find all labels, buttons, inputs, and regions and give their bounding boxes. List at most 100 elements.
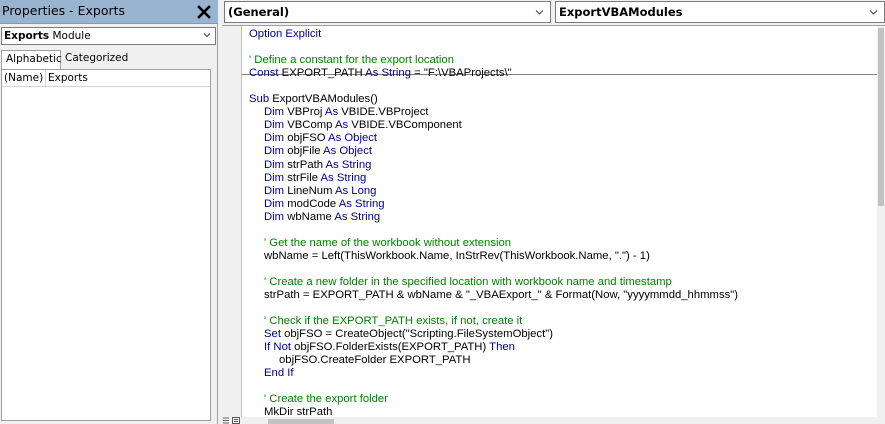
code-keyword: Option Explicit <box>249 28 322 40</box>
properties-grid: (Name) Exports <box>1 69 211 421</box>
code-keyword: As String <box>334 210 381 223</box>
code-keyword: Set <box>264 328 281 341</box>
horizontal-scroll-thumb[interactable] <box>268 419 334 424</box>
code-token: strPath = EXPORT_PATH & wbName & "_VBAEx… <box>264 289 739 301</box>
code-token: ExportVBAModules() <box>269 93 378 106</box>
code-keyword: Dim <box>264 132 285 145</box>
code-token: objFSO <box>284 132 329 145</box>
code-token: wbName <box>284 210 335 223</box>
code-token: LineNum <box>284 184 335 197</box>
code-comment: ' Define a constant for the export locat… <box>249 54 454 67</box>
code-text[interactable]: Option Explicit ' Define a constant for t… <box>249 26 877 418</box>
code-keyword: Dim <box>264 119 285 132</box>
code-token: VBIDE.VBProject <box>338 106 429 119</box>
code-token: objFSO.FolderExists(EXPORT_PATH) <box>291 341 490 354</box>
code-comment: ' Create a new folder in the specified l… <box>264 275 672 288</box>
code-line[interactable]: strPath = EXPORT_PATH & wbName & "_VBAEx… <box>264 289 738 302</box>
object-select[interactable]: Exports Module <box>1 27 216 45</box>
code-token: wbName = Left(ThisWorkbook.Name, InStrRe… <box>264 249 650 262</box>
code-keyword: Dim <box>264 171 285 184</box>
code-line[interactable]: objFSO.CreateFolder EXPORT_PATH <box>279 354 470 367</box>
properties-title: Properties - Exports <box>2 3 126 18</box>
code-line[interactable]: Dim wbName As String <box>264 211 380 224</box>
code-keyword: Dim <box>264 158 285 171</box>
code-keyword: As String <box>365 67 411 80</box>
procedure-combo-value: ExportVBAModules <box>559 5 683 19</box>
code-keyword: End If <box>264 367 294 380</box>
close-button[interactable] <box>194 2 214 22</box>
code-keyword: As String <box>338 197 385 210</box>
code-keyword: As <box>324 106 339 119</box>
properties-window: Properties - Exports Exports Module Alph… <box>0 0 218 424</box>
code-line[interactable]: Set objFSO = CreateObject("Scripting.Fil… <box>264 328 553 341</box>
code-keyword: As Long <box>334 184 377 197</box>
code-keyword: Sub <box>249 93 270 106</box>
code-line[interactable]: Dim strFile As String <box>264 172 366 185</box>
code-keyword: If Not <box>264 341 291 354</box>
code-window-bottom-bar <box>222 417 885 424</box>
chevron-down-icon <box>869 10 878 15</box>
module-view-icon[interactable] <box>232 417 240 424</box>
code-token: strPath <box>284 158 326 171</box>
code-line[interactable]: ' Create the export folder <box>264 393 388 406</box>
code-line[interactable]: ' Define a constant for the export locat… <box>249 54 454 67</box>
vertical-scrollbar[interactable] <box>877 26 885 418</box>
code-token: strFile <box>284 171 321 184</box>
chevron-down-icon <box>535 10 544 15</box>
vertical-scroll-thumb[interactable] <box>878 28 884 206</box>
code-token: objFSO = CreateObject("Scripting.FileSys… <box>280 328 553 341</box>
code-line[interactable]: Option Explicit <box>249 28 321 41</box>
code-line[interactable]: Dim VBComp As VBIDE.VBComponent <box>264 119 462 132</box>
object-name: Exports <box>4 30 50 42</box>
tab-categorized[interactable]: Categorized <box>61 50 131 69</box>
code-line[interactable]: Dim LineNum As Long <box>264 185 376 198</box>
code-keyword: As Object <box>323 145 373 158</box>
code-keyword: As String <box>325 158 372 171</box>
code-line[interactable]: Dim modCode As String <box>264 198 385 211</box>
code-keyword: As Object <box>328 132 378 145</box>
code-line[interactable]: wbName = Left(ThisWorkbook.Name, InStrRe… <box>264 250 650 263</box>
property-row[interactable]: (Name) Exports <box>2 70 210 87</box>
code-keyword: Then <box>489 341 515 354</box>
code-line[interactable]: Dim objFile As Object <box>264 145 372 158</box>
code-comment: ' Get the name of the workbook without e… <box>264 236 512 249</box>
code-token: EXPORT_PATH <box>278 67 366 80</box>
code-line[interactable]: Sub ExportVBAModules() <box>249 93 378 106</box>
property-value[interactable]: Exports <box>48 70 88 86</box>
code-token: VBIDE.VBComponent <box>348 119 462 132</box>
code-line[interactable]: Const EXPORT_PATH As String = "F:\VBAPro… <box>249 67 512 80</box>
code-line[interactable]: Dim objFSO As Object <box>264 132 377 145</box>
code-editor[interactable]: Option Explicit ' Define a constant for t… <box>222 25 885 418</box>
code-keyword: Dim <box>264 210 285 223</box>
object-type: Module <box>52 30 91 42</box>
code-token: objFSO.CreateFolder EXPORT_PATH <box>279 354 471 367</box>
properties-title-bar[interactable]: Properties - Exports <box>0 0 218 24</box>
code-line[interactable]: ' Check if the EXPORT_PATH exists, if no… <box>264 315 522 328</box>
code-keyword: Dim <box>264 145 285 158</box>
code-keyword: Dim <box>264 184 285 197</box>
object-combo[interactable]: (General) <box>224 1 551 23</box>
chevron-down-icon <box>203 33 211 38</box>
code-token: = "F:\VBAProjects\" <box>411 67 512 80</box>
code-line[interactable]: Dim VBProj As VBIDE.VBProject <box>264 106 429 119</box>
code-keyword: Dim <box>264 106 285 119</box>
code-keyword: As String <box>320 171 367 184</box>
code-keyword: As <box>334 119 349 132</box>
procedure-combo[interactable]: ExportVBAModules <box>555 1 885 23</box>
code-comment: ' Create the export folder <box>264 393 388 406</box>
tab-alphabetic[interactable]: Alphabetic <box>1 50 62 69</box>
code-token: VBComp <box>284 119 335 132</box>
code-line[interactable]: ' Get the name of the workbook without e… <box>264 237 511 250</box>
indicator-margin[interactable] <box>222 26 242 418</box>
code-line[interactable]: ' Create a new folder in the specified l… <box>264 276 672 289</box>
property-name: (Name) <box>2 70 46 86</box>
code-keyword: Dim <box>264 197 285 210</box>
code-comment: ' Check if the EXPORT_PATH exists, if no… <box>264 315 523 328</box>
code-token: modCode <box>284 197 339 210</box>
procedure-view-icon[interactable] <box>222 417 230 424</box>
close-icon <box>197 5 211 19</box>
code-line[interactable]: Dim strPath As String <box>264 159 371 172</box>
code-line[interactable]: End If <box>264 367 294 380</box>
code-window: (General) ExportVBAModules Option Explic… <box>222 0 885 424</box>
code-line[interactable]: If Not objFSO.FolderExists(EXPORT_PATH) … <box>264 341 515 354</box>
